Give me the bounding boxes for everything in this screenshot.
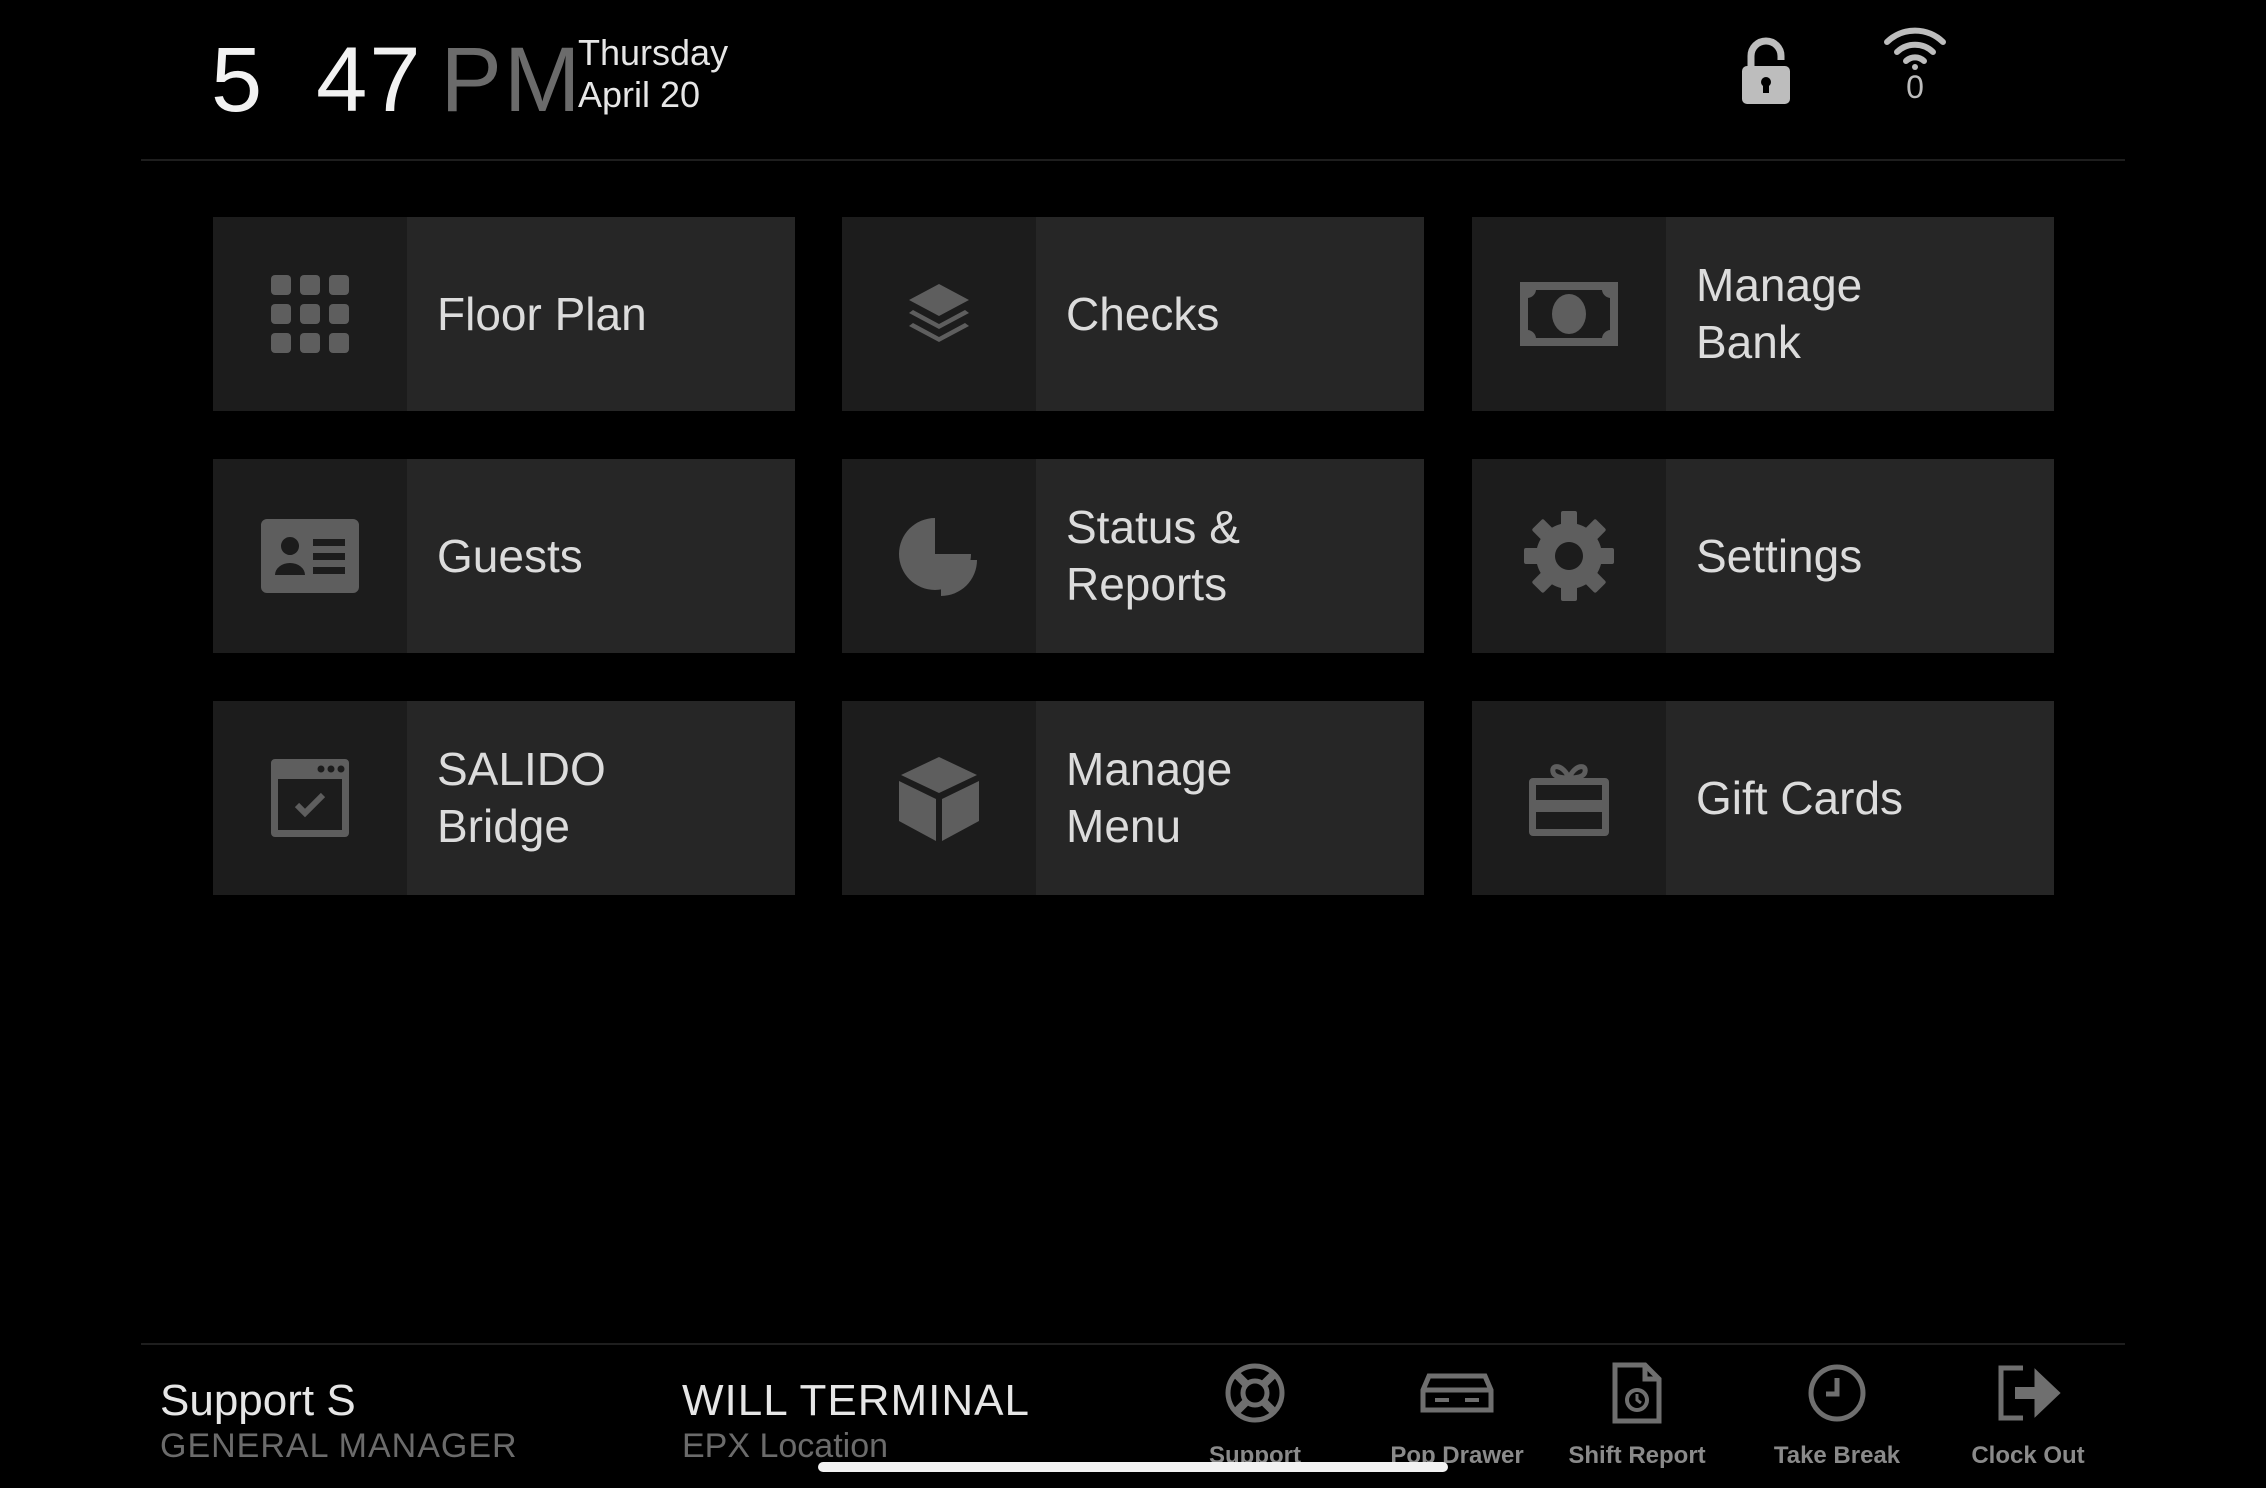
footer-divider: [141, 1343, 2125, 1345]
terminal-name: WILL TERMINAL: [682, 1376, 1030, 1425]
tile-label: SALIDO Bridge: [437, 743, 606, 852]
money-icon: [1472, 217, 1666, 411]
date: April 20: [578, 74, 701, 115]
tile-manage-menu[interactable]: Manage Menu: [842, 701, 1424, 895]
user-role: GENERAL MANAGER: [160, 1427, 518, 1465]
action-label: Take Break: [1773, 1442, 1901, 1469]
clock-icon: [1808, 1364, 1866, 1422]
tile-label: Settings: [1696, 529, 1863, 582]
tile-salido-bridge[interactable]: SALIDO Bridge: [213, 701, 795, 895]
cash-drawer-icon: [1420, 1373, 1494, 1413]
user-info[interactable]: Support S GENERAL MANAGER: [160, 1376, 518, 1466]
gear-icon: [1472, 459, 1666, 653]
cube-icon: [842, 701, 1036, 895]
home-indicator[interactable]: [818, 1462, 1448, 1472]
wifi-status[interactable]: 0: [1880, 26, 1950, 126]
tile-label: Status & Reports: [1066, 501, 1240, 610]
support-button[interactable]: Support: [1175, 1362, 1335, 1470]
tile-label: Floor Plan: [437, 287, 647, 340]
tile-label: Manage Menu: [1066, 743, 1233, 852]
tile-status-reports[interactable]: Status & Reports: [842, 459, 1424, 653]
lifebuoy-icon: [1225, 1363, 1285, 1423]
wifi-count: 0: [1906, 69, 1924, 105]
tile-label: Gift Cards: [1696, 771, 1904, 824]
tile-label: Guests: [437, 529, 583, 582]
layers-icon: [842, 217, 1036, 411]
weekday: Thursday: [578, 32, 729, 73]
pie-chart-icon: [842, 459, 1036, 653]
clock-out-button[interactable]: Clock Out: [1948, 1362, 2108, 1470]
terminal-location: EPX Location: [682, 1427, 889, 1465]
tile-settings[interactable]: Settings: [1472, 459, 2054, 653]
wifi-icon: [1884, 27, 1946, 70]
clock-hour: 5: [211, 29, 265, 131]
pop-drawer-button[interactable]: Pop Drawer: [1377, 1362, 1537, 1470]
header-divider: [141, 159, 2125, 161]
report-icon: [1612, 1362, 1662, 1424]
tile-label: Checks: [1066, 287, 1220, 340]
date-display: Thursday April 20: [578, 32, 728, 116]
take-break-button[interactable]: Take Break: [1757, 1362, 1917, 1470]
id-card-icon: [213, 459, 407, 653]
action-label: Shift Report: [1568, 1442, 1706, 1469]
calendar-check-icon: [213, 701, 407, 895]
clock: 5 47 PM: [211, 28, 583, 133]
user-name: Support S: [160, 1376, 356, 1425]
shift-report-button[interactable]: Shift Report: [1557, 1362, 1717, 1470]
tile-manage-bank[interactable]: Manage Bank: [1472, 217, 2054, 411]
tile-gift-cards[interactable]: Gift Cards: [1472, 701, 2054, 895]
sign-out-icon: [1998, 1365, 2061, 1421]
tile-checks[interactable]: Checks: [842, 217, 1424, 411]
lock-icon[interactable]: [1736, 36, 1796, 108]
action-label: Clock Out: [1971, 1442, 2085, 1469]
tile-floor-plan[interactable]: Floor Plan: [213, 217, 795, 411]
grid-icon: [213, 217, 407, 411]
tile-guests[interactable]: Guests: [213, 459, 795, 653]
clock-ampm: PM: [440, 29, 583, 131]
clock-minute: 47: [316, 29, 423, 131]
tile-label: Manage Bank: [1696, 259, 1863, 368]
gift-card-icon: [1472, 701, 1666, 895]
terminal-info: WILL TERMINAL EPX Location: [682, 1376, 1030, 1466]
